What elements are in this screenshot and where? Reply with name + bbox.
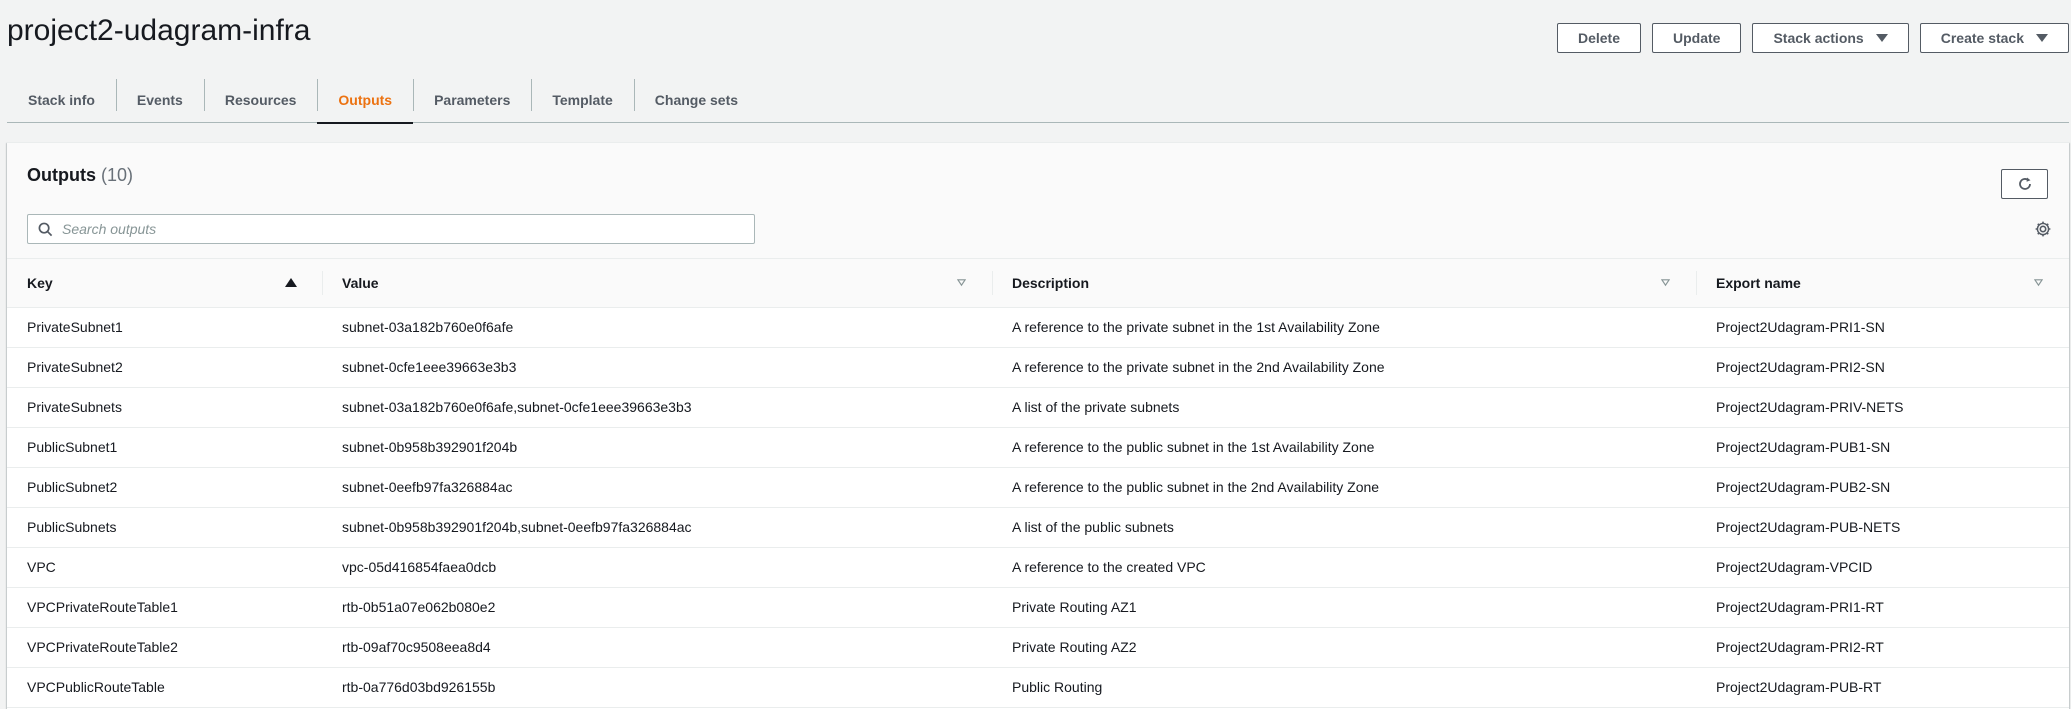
cell-description: Public Routing — [992, 667, 1696, 708]
cell-export-name: Project2Udagram-PRIV-NETS — [1696, 387, 2069, 428]
delete-button-label: Delete — [1577, 30, 1620, 46]
cell-export-name: Project2Udagram-PRI2-RT — [1696, 627, 2069, 668]
cell-value: subnet-03a182b760e0f6afe — [322, 307, 992, 348]
cell-description: A list of the private subnets — [992, 387, 1696, 428]
cell-key: VPCPrivateRouteTable2 — [7, 627, 322, 668]
cell-description: A reference to the public subnet in the … — [992, 467, 1696, 508]
cell-export-name: Project2Udagram-PRI1-RT — [1696, 587, 2069, 628]
stack-actions-label: Stack actions — [1773, 30, 1864, 46]
sort-icon — [2034, 279, 2043, 287]
cell-description: Private Routing AZ1 — [992, 587, 1696, 628]
create-stack-dropdown[interactable]: Create stack — [1919, 23, 2069, 53]
table-row: PublicSubnets subnet-0b958b392901f204b,s… — [7, 507, 2069, 548]
search-icon — [36, 220, 54, 238]
sort-icon — [957, 279, 966, 287]
cell-value: rtb-0a776d03bd926155b — [322, 667, 992, 708]
column-header-export-name-label: Export name — [1716, 274, 1801, 291]
cell-description: A reference to the created VPC — [992, 547, 1696, 588]
cell-description: A list of the public subnets — [992, 507, 1696, 548]
cell-key: PublicSubnets — [7, 507, 322, 548]
cell-key: VPCPrivateRouteTable1 — [7, 587, 322, 628]
tab-template[interactable]: Template — [531, 77, 633, 123]
cell-value: subnet-0eefb97fa326884ac — [322, 467, 992, 508]
refresh-icon — [2018, 177, 2031, 190]
tab-parameters[interactable]: Parameters — [413, 77, 531, 123]
cell-export-name: Project2Udagram-PUB-NETS — [1696, 507, 2069, 548]
table-row: PrivateSubnet1 subnet-03a182b760e0f6afe … — [7, 307, 2069, 348]
tab-resources[interactable]: Resources — [203, 77, 318, 123]
outputs-panel-header: Outputs (10) — [7, 143, 2069, 259]
cloudformation-stack-page: project2-udagram-infra Delete Update Sta… — [0, 0, 2071, 709]
outputs-heading: Outputs (10) — [27, 165, 133, 186]
cell-export-name: Project2Udagram-PRI2-SN — [1696, 347, 2069, 388]
refresh-button[interactable] — [2001, 169, 2048, 199]
update-button-label: Update — [1673, 30, 1721, 46]
table-row: PublicSubnet2 subnet-0eefb97fa326884ac A… — [7, 467, 2069, 508]
column-header-value[interactable]: Value — [322, 259, 992, 308]
column-header-description[interactable]: Description — [992, 259, 1696, 308]
tab-events[interactable]: Events — [115, 77, 204, 123]
sort-icon — [1661, 279, 1670, 287]
cell-value: rtb-09af70c9508eea8d4 — [322, 627, 992, 668]
cell-key: PublicSubnet2 — [7, 467, 322, 508]
column-header-value-label: Value — [342, 274, 379, 291]
cell-value: subnet-0cfe1eee39663e3b3 — [322, 347, 992, 388]
table-row: VPC vpc-05d416854faea0dcb A reference to… — [7, 547, 2069, 588]
outputs-panel: Outputs (10) Search outputs Key Value De… — [7, 142, 2069, 709]
cell-description: A reference to the public subnet in the … — [992, 427, 1696, 468]
stack-actions-dropdown[interactable]: Stack actions — [1752, 23, 1909, 53]
cell-key: PrivateSubnet2 — [7, 347, 322, 388]
delete-button[interactable]: Delete — [1556, 23, 1641, 53]
column-header-description-label: Description — [1012, 274, 1090, 291]
outputs-table: Key Value Description Export name Privat… — [7, 259, 2069, 708]
table-row: VPCPublicRouteTable rtb-0a776d03bd926155… — [7, 667, 2069, 708]
cell-value: rtb-0b51a07e062b080e2 — [322, 587, 992, 628]
table-row: VPCPrivateRouteTable2 rtb-09af70c9508eea… — [7, 627, 2069, 668]
cell-description: Private Routing AZ2 — [992, 627, 1696, 668]
stack-tabs: Stack info Events Resources Outputs Para… — [7, 77, 2069, 124]
caret-down-icon — [2036, 34, 2048, 42]
search-input[interactable] — [62, 221, 742, 237]
cell-export-name: Project2Udagram-VPCID — [1696, 547, 2069, 588]
search-box — [27, 214, 755, 244]
page-title: project2-udagram-infra — [7, 14, 311, 47]
caret-down-icon — [1875, 34, 1888, 42]
cell-export-name: Project2Udagram-PUB1-SN — [1696, 427, 2069, 468]
cell-key: PublicSubnet1 — [7, 427, 322, 468]
tab-change-sets[interactable]: Change sets — [633, 77, 759, 123]
table-row: VPCPrivateRouteTable1 rtb-0b51a07e062b08… — [7, 587, 2069, 628]
cell-value: subnet-0b958b392901f204b,subnet-0eefb97f… — [322, 507, 992, 548]
cell-key: VPCPublicRouteTable — [7, 667, 322, 708]
cell-description: A reference to the private subnet in the… — [992, 347, 1696, 388]
cell-value: subnet-0b958b392901f204b — [322, 427, 992, 468]
column-header-export-name[interactable]: Export name — [1696, 259, 2069, 308]
table-header-row: Key Value Description Export name — [7, 259, 2069, 308]
sort-ascending-icon — [285, 278, 297, 288]
outputs-count: (10) — [101, 165, 134, 185]
cell-key: PrivateSubnets — [7, 387, 322, 428]
cell-export-name: Project2Udagram-PUB-RT — [1696, 667, 2069, 708]
column-header-key-label: Key — [27, 274, 53, 291]
cell-value: subnet-03a182b760e0f6afe,subnet-0cfe1eee… — [322, 387, 992, 428]
cell-value: vpc-05d416854faea0dcb — [322, 547, 992, 588]
stack-actions-toolbar: Delete Update Stack actions Create stack — [1556, 23, 2069, 53]
update-button[interactable]: Update — [1652, 23, 1742, 53]
create-stack-label: Create stack — [1940, 30, 2024, 46]
table-row: PublicSubnet1 subnet-0b958b392901f204b A… — [7, 427, 2069, 468]
tab-stack-info[interactable]: Stack info — [7, 77, 116, 123]
column-header-key[interactable]: Key — [7, 259, 322, 308]
cell-export-name: Project2Udagram-PUB2-SN — [1696, 467, 2069, 508]
table-row: PrivateSubnets subnet-03a182b760e0f6afe,… — [7, 387, 2069, 428]
outputs-title: Outputs — [27, 165, 96, 185]
cell-key: VPC — [7, 547, 322, 588]
table-row: PrivateSubnet2 subnet-0cfe1eee39663e3b3 … — [7, 347, 2069, 388]
gear-icon[interactable] — [2033, 219, 2053, 239]
cell-export-name: Project2Udagram-PRI1-SN — [1696, 307, 2069, 348]
tab-outputs[interactable]: Outputs — [317, 77, 413, 124]
cell-key: PrivateSubnet1 — [7, 307, 322, 348]
cell-description: A reference to the private subnet in the… — [992, 307, 1696, 348]
